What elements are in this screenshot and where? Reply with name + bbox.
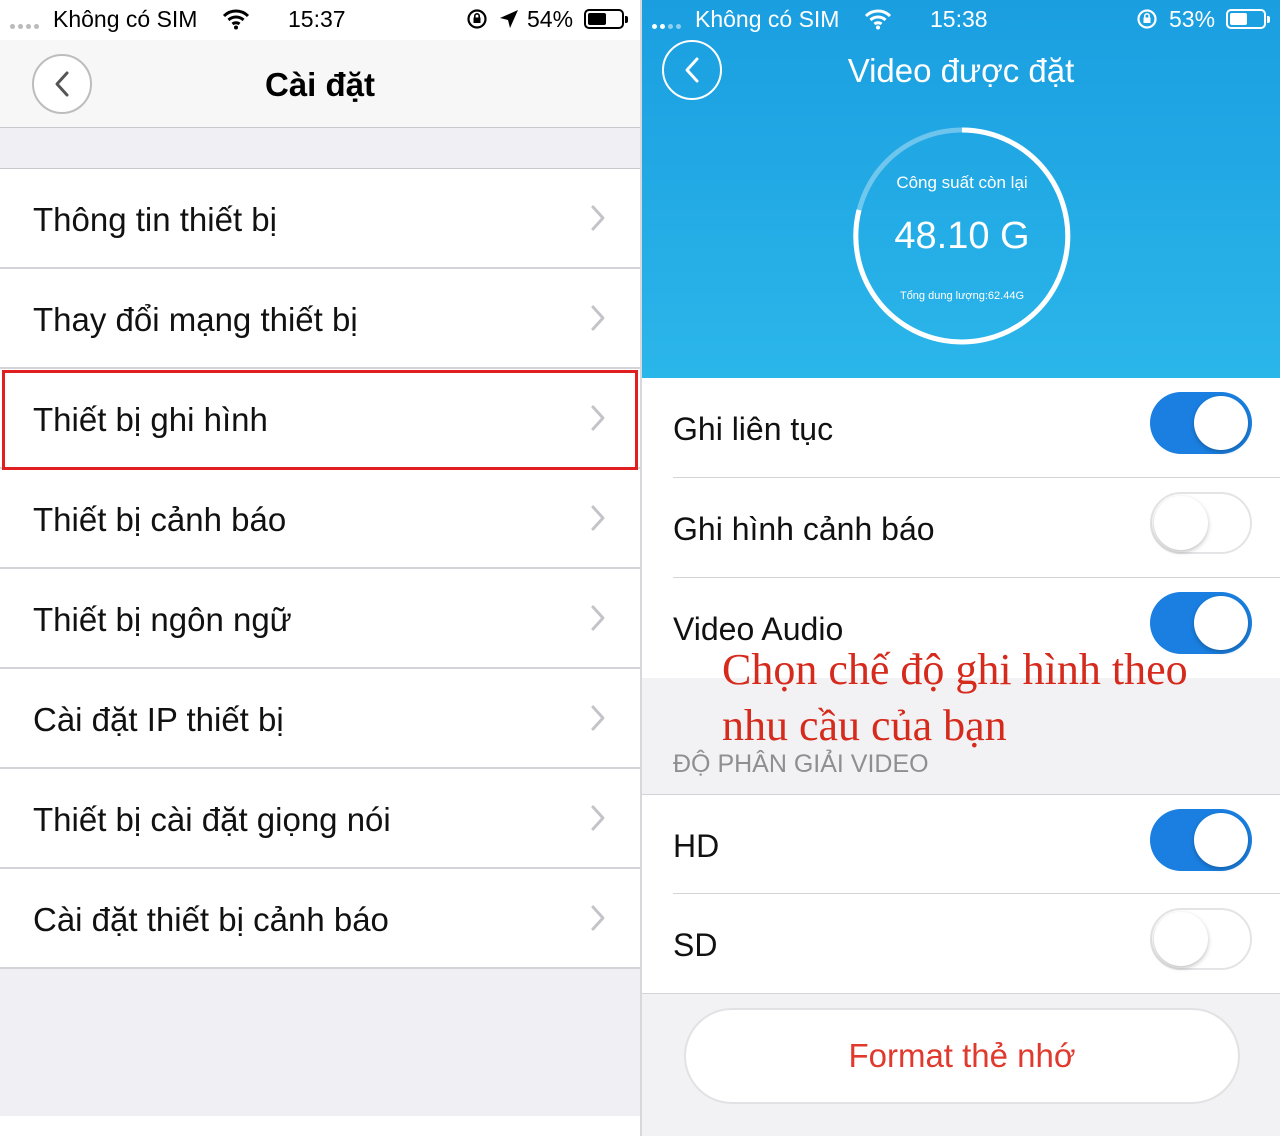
toggle-label: Ghi hình cảnh báo	[673, 511, 935, 547]
chevron-right-icon	[591, 405, 605, 431]
settings-item-change-network[interactable]: Thay đổi mạng thiết bị	[0, 269, 640, 369]
bottom-strip	[0, 1116, 640, 1136]
nav-header: Cài đặt	[0, 40, 640, 128]
location-arrow-icon	[500, 10, 518, 28]
total-capacity-label: Tổng dung lượng:62.44G	[899, 290, 1025, 302]
status-time: 15:37	[288, 6, 346, 32]
battery-icon	[584, 9, 628, 29]
chevron-right-icon	[591, 205, 605, 231]
storage-header: Không có SIM 15:38 53% Video được đặt Cô…	[642, 0, 1280, 378]
settings-item-voice[interactable]: Thiết bị cài đặt giọng nói	[0, 769, 640, 869]
chevron-right-icon	[591, 605, 605, 631]
rotation-lock-icon	[1137, 9, 1157, 29]
settings-item-alert-device[interactable]: Thiết bị cảnh báo	[0, 469, 640, 569]
remaining-capacity-value: 48.10 G	[894, 215, 1030, 257]
status-bar: Không có SIM 15:37 54%	[0, 0, 640, 40]
alert-recording-toggle[interactable]	[1150, 492, 1252, 554]
chevron-right-icon	[591, 505, 605, 531]
settings-item-label: Thiết bị ngôn ngữ	[33, 601, 292, 638]
settings-item-label: Thiết bị ghi hình	[33, 401, 268, 438]
settings-screen: Không có SIM 15:37 54% Cài đặt Thông tin…	[0, 0, 640, 1136]
toggle-label: SD	[673, 927, 718, 963]
battery-percent: 54%	[527, 6, 574, 32]
chevron-right-icon	[591, 805, 605, 831]
settings-item-device-info[interactable]: Thông tin thiết bị	[0, 169, 640, 269]
toggle-row-sd: SD	[642, 894, 1280, 994]
signal-dots-icon	[10, 24, 39, 29]
wifi-icon	[864, 9, 892, 30]
toggle-row-alert-recording: Ghi hình cảnh báo	[642, 478, 1280, 578]
signal-dots-icon	[652, 24, 681, 29]
video-settings-screen: Không có SIM 15:38 53% Video được đặt Cô…	[642, 0, 1280, 1136]
hd-toggle[interactable]	[1150, 809, 1252, 871]
continuous-recording-toggle[interactable]	[1150, 392, 1252, 454]
settings-item-label: Thiết bị cảnh báo	[33, 501, 287, 538]
sd-toggle[interactable]	[1150, 908, 1252, 970]
settings-item-label: Cài đặt thiết bị cảnh báo	[33, 901, 389, 938]
settings-item-label: Thay đổi mạng thiết bị	[33, 301, 358, 338]
settings-item-label: Thiết bị cài đặt giọng nói	[33, 801, 391, 838]
chevron-right-icon	[591, 705, 605, 731]
status-time: 15:38	[930, 6, 988, 32]
settings-item-label: Thông tin thiết bị	[33, 201, 277, 238]
carrier-label: Không có SIM	[695, 6, 840, 32]
settings-item-ip[interactable]: Cài đặt IP thiết bị	[0, 669, 640, 769]
toggle-label: HD	[673, 828, 720, 864]
carrier-label: Không có SIM	[53, 6, 198, 32]
chevron-right-icon	[591, 305, 605, 331]
format-memory-card-button[interactable]: Format thẻ nhớ	[684, 1008, 1240, 1104]
page-title: Video được đặt	[847, 52, 1075, 89]
toggle-label: Ghi liên tục	[673, 411, 834, 447]
battery-icon	[1226, 9, 1270, 29]
page-title: Cài đặt	[264, 66, 376, 103]
settings-list: Thông tin thiết bị Thay đổi mạng thiết b…	[0, 168, 640, 969]
settings-item-label: Cài đặt IP thiết bị	[33, 701, 284, 738]
annotation-text: Chọn chế độ ghi hình theo nhu cầu của bạ…	[722, 645, 1188, 750]
rotation-lock-icon	[467, 9, 487, 29]
toggle-row-continuous: Ghi liên tục	[642, 378, 1280, 478]
settings-item-language[interactable]: Thiết bị ngôn ngữ	[0, 569, 640, 669]
settings-item-alert-settings[interactable]: Cài đặt thiết bị cảnh báo	[0, 869, 640, 969]
wifi-icon	[222, 9, 250, 30]
battery-percent: 53%	[1169, 6, 1216, 32]
remaining-capacity-label: Công suất còn lại	[896, 173, 1028, 192]
resolution-section-header: ĐỘ PHÂN GIẢI VIDEO	[673, 750, 929, 778]
status-bar: Không có SIM 15:38 53%	[642, 0, 1280, 40]
storage-gauge: Công suất còn lại 48.10 G Tổng dung lượn…	[852, 125, 1072, 347]
toggle-row-hd: HD	[642, 794, 1280, 894]
chevron-right-icon	[591, 905, 605, 931]
settings-item-recording-device[interactable]: Thiết bị ghi hình	[0, 369, 640, 469]
